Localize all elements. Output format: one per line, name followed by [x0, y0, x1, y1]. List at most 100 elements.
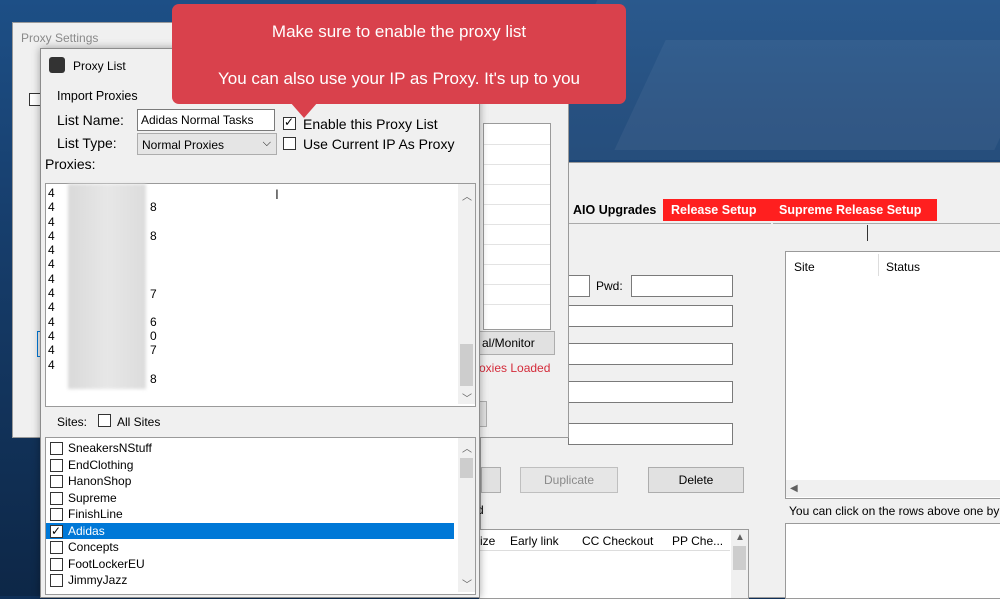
panel-divider	[773, 223, 1000, 224]
scroll-up-icon[interactable]: ︿	[462, 188, 472, 203]
scroll-thumb[interactable]	[733, 546, 746, 570]
enable-proxy-list-checkbox[interactable]	[283, 115, 296, 130]
site-item[interactable]: EndClothing	[46, 457, 454, 473]
delete-button[interactable]: Delete	[648, 467, 744, 493]
site-checkbox[interactable]	[50, 574, 63, 587]
text-field[interactable]	[568, 343, 733, 365]
list-type-label: List Type:	[57, 135, 117, 151]
proxy-suffix: 7	[150, 287, 157, 301]
scroll-up-icon[interactable]: ▲	[735, 532, 745, 543]
horizontal-scrollbar[interactable]: ◀	[786, 480, 1000, 497]
scroll-up-icon[interactable]: ︿	[462, 440, 472, 455]
site-checkbox[interactable]	[50, 442, 63, 455]
site-checkbox[interactable]	[50, 491, 63, 505]
list-name-value: Adidas Normal Tasks	[141, 113, 254, 127]
site-item-selected[interactable]: Adidas	[46, 522, 454, 539]
all-sites-label[interactable]: All Sites	[117, 415, 160, 429]
import-monitor-button[interactable]: al/Monitor	[479, 331, 555, 355]
site-name: Concepts	[68, 540, 119, 554]
site-item[interactable]: Concepts	[46, 539, 454, 555]
site-name: EndClothing	[68, 457, 134, 472]
site-checkbox[interactable]	[50, 523, 63, 539]
enable-proxy-list-label[interactable]: Enable this Proxy List	[303, 116, 438, 132]
tab-release-setup[interactable]: Release Setup	[663, 199, 779, 221]
proxy-line: 4	[48, 228, 55, 243]
username-field[interactable]	[568, 275, 590, 297]
proxy-line: 4	[48, 300, 55, 315]
site-checkbox[interactable]	[50, 458, 63, 472]
proxy-suffix: 7	[150, 343, 157, 357]
site-name: Supreme	[68, 490, 117, 505]
column-header-early-link[interactable]: Early link	[510, 534, 559, 548]
callout-line-1: Make sure to enable the proxy list	[271, 22, 527, 41]
column-header-site[interactable]: Site	[794, 260, 815, 274]
column-separator	[878, 254, 879, 276]
proxy-line: 4	[48, 328, 55, 343]
use-current-ip-checkbox[interactable]	[283, 137, 296, 150]
site-item[interactable]: FootLockerEU	[46, 556, 454, 572]
duplicate-button[interactable]: Duplicate	[520, 467, 618, 493]
proxy-suffix: 8	[150, 372, 157, 386]
proxy-line: 4	[48, 286, 55, 301]
site-checkbox[interactable]	[50, 541, 63, 554]
tab-supreme-release-setup[interactable]: Supreme Release Setup	[771, 199, 937, 221]
column-header-cc-checkout[interactable]: CC Checkout	[582, 534, 653, 548]
grid-line	[484, 204, 550, 205]
site-item[interactable]: HanonShop	[46, 473, 454, 489]
scroll-down-icon[interactable]: ﹀	[462, 576, 472, 591]
pwd-field[interactable]	[631, 275, 733, 297]
site-item[interactable]: SneakersNStuff	[46, 440, 454, 456]
list-name-input[interactable]: Adidas Normal Tasks	[137, 109, 275, 131]
column-header-pp-checkout[interactable]: PP Che...	[672, 534, 723, 548]
site-checkbox[interactable]	[50, 475, 63, 488]
proxy-list-dialog: Proxy List Import Proxies List Name: Adi…	[40, 48, 480, 598]
site-item[interactable]: JimmyJazz	[46, 572, 454, 588]
text-field[interactable]	[568, 381, 733, 403]
sites-list: SneakersNStuff EndClothing HanonShop Sup…	[45, 437, 476, 595]
site-item[interactable]: Supreme	[46, 490, 454, 506]
task-table-scrollbar[interactable]: ▲	[731, 530, 748, 598]
tutorial-callout: Make sure to enable the proxy list You c…	[172, 4, 626, 104]
proxy-suffix: 6	[150, 315, 157, 329]
use-current-ip-label[interactable]: Use Current IP As Proxy	[303, 136, 454, 152]
scroll-thumb[interactable]	[460, 458, 473, 478]
chevron-down-icon[interactable]: ⌵	[263, 137, 271, 150]
column-header-status[interactable]: Status	[886, 260, 920, 274]
proxies-textarea[interactable]: 4 4 4 4 4 4 4 4 4 4 4 4 4 8 8 7 6 0 7 8 …	[45, 183, 476, 407]
site-checkbox[interactable]	[50, 508, 63, 521]
site-name: SneakersNStuff	[68, 441, 152, 455]
sites-scrollbar[interactable]: ︿ ﹀	[458, 438, 475, 592]
site-item[interactable]: FinishLine	[46, 506, 454, 522]
grid-line	[484, 164, 550, 165]
proxy-suffix: 0	[150, 329, 157, 343]
sites-label: Sites:	[57, 415, 88, 429]
site-name: HanonShop	[68, 474, 132, 488]
site-checkbox[interactable]	[50, 557, 63, 571]
text-field[interactable]	[568, 305, 733, 327]
site-status-table: Site Status ◀	[785, 251, 1000, 499]
grid-line	[484, 224, 550, 225]
list-type-select[interactable]: Normal Proxies ⌵	[137, 133, 277, 155]
grid-line	[484, 264, 550, 265]
proxy-line: 4	[48, 271, 55, 286]
proxies-scrollbar[interactable]: ︿ ﹀	[458, 184, 475, 405]
partial-button[interactable]	[481, 467, 501, 493]
proxy-suffix: 8	[150, 200, 157, 214]
callout-pointer	[290, 102, 318, 118]
tab-aio-upgrades[interactable]: AIO Upgrades	[565, 199, 664, 221]
grid-line	[484, 284, 550, 285]
proxy-line: 4	[48, 357, 55, 372]
dialog-title: Proxy List	[73, 59, 126, 73]
site-name: FootLockerEU	[68, 556, 145, 571]
scroll-left-icon[interactable]: ◀	[790, 483, 798, 494]
scroll-thumb[interactable]	[460, 344, 473, 386]
partial-button[interactable]	[479, 401, 487, 427]
splitter-handle[interactable]	[867, 225, 868, 241]
scroll-down-icon[interactable]: ﹀	[462, 390, 472, 405]
proxies-label: Proxies:	[45, 156, 96, 172]
all-sites-checkbox[interactable]	[98, 414, 111, 427]
list-type-value: Normal Proxies	[142, 138, 225, 152]
proxy-suffix: 8	[150, 229, 157, 243]
column-header-size[interactable]: ize	[480, 534, 495, 548]
text-field[interactable]	[568, 423, 733, 445]
